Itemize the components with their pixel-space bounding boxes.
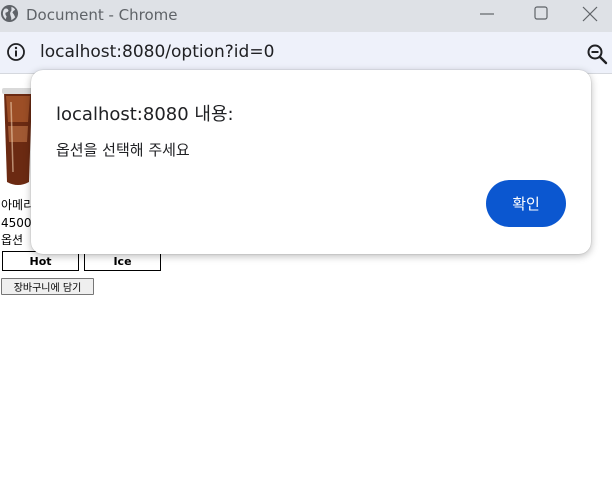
option-ice-button[interactable]: Ice [84, 251, 161, 271]
alert-message: 옵션을 선택해 주세요 [56, 141, 190, 159]
address-bar: localhost:8080/option?id=0 [0, 32, 612, 74]
minimize-icon [480, 13, 494, 15]
ok-button[interactable]: 확인 [486, 180, 566, 227]
product-name: 아메리카노 [1, 198, 31, 212]
info-icon[interactable] [6, 42, 26, 62]
alert-dialog: localhost:8080 내용: 옵션을 선택해 주세요 확인 [31, 70, 591, 254]
product-image [2, 88, 34, 185]
option-hot-button[interactable]: Hot [2, 251, 79, 271]
minimize-button[interactable] [464, 0, 510, 32]
globe-icon [0, 4, 19, 23]
add-to-cart-button[interactable]: 장바구니에 담기 [1, 278, 94, 295]
alert-title: localhost:8080 내용: [56, 104, 234, 125]
close-icon [582, 6, 598, 22]
maximize-button[interactable] [518, 0, 564, 32]
url-field[interactable]: localhost:8080/option?id=0 [40, 42, 274, 62]
close-button[interactable] [566, 0, 612, 32]
zoom-out-icon[interactable] [586, 43, 608, 65]
window-title: Document - Chrome [26, 6, 178, 24]
option-label: 옵션 [1, 233, 24, 247]
maximize-icon [534, 6, 548, 20]
product-price: 4500원 [1, 216, 31, 230]
title-bar: Document - Chrome [0, 0, 612, 32]
